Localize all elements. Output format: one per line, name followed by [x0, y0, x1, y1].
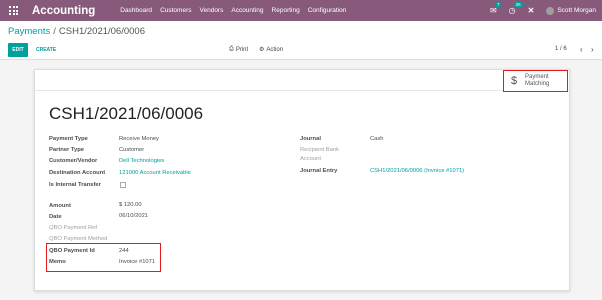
messages-icon[interactable]: ✉ 7: [490, 2, 502, 15]
gear-icon: ⚙: [259, 47, 265, 53]
create-button[interactable]: CREATE: [36, 47, 56, 53]
control-panel: Payments / CSH1/2021/06/0006 EDIT CREATE ⎙…: [0, 21, 602, 60]
activity-clock-icon[interactable]: ◷ 26: [509, 2, 523, 15]
apps-menu-icon[interactable]: [9, 6, 18, 15]
date-value[interactable]: 06/10/2021: [119, 213, 148, 219]
activity-badge: 26: [513, 2, 523, 8]
payment-matching-label: Payment Matching: [525, 74, 550, 87]
destination-account-label: Destination Account: [49, 170, 106, 176]
journal-entry-label: Journal Entry: [300, 168, 338, 174]
payment-matching-button[interactable]: $ Payment Matching: [503, 70, 568, 92]
breadcrumb-separator: /: [53, 26, 56, 37]
messages-badge: 7: [494, 2, 502, 8]
dollar-icon: $: [511, 75, 518, 87]
navbar-systray: ✉ 7 ◷ 26 ✕ Scott Morgan: [490, 0, 596, 21]
internal-transfer-checkbox[interactable]: [120, 182, 126, 188]
menu-item-accounting[interactable]: Accounting: [231, 7, 263, 14]
main-menu: Dashboard Customers Vendors Accounting R…: [120, 7, 354, 14]
amount-value[interactable]: $ 120.00: [119, 202, 142, 208]
menu-item-configuration[interactable]: Configuration: [308, 7, 347, 14]
app-name[interactable]: Accounting: [32, 5, 95, 17]
breadcrumb-payments[interactable]: Payments: [8, 26, 50, 37]
breadcrumb: Payments / CSH1/2021/06/0006: [8, 26, 145, 37]
pager-next-icon[interactable]: ›: [591, 45, 594, 54]
button-box: [35, 70, 569, 91]
partner-type-value[interactable]: Customer: [119, 147, 144, 153]
internal-transfer-label: Is Internal Transfer: [49, 182, 101, 188]
record-title: CSH1/2021/06/0006: [49, 104, 204, 123]
customer-vendor-label: Customer/Vendor: [49, 158, 98, 164]
menu-item-dashboard[interactable]: Dashboard: [120, 7, 152, 14]
qbo-payment-ref-label: QBO Payment Ref: [49, 225, 98, 231]
pager-value[interactable]: 1 / 6: [555, 46, 567, 52]
user-name[interactable]: Scott Morgan: [557, 7, 596, 14]
qbo-payment-method-label: QBO Payment Method: [49, 236, 108, 242]
recipient-bank-label-line2: Account: [300, 156, 321, 162]
print-label: Print: [235, 46, 249, 53]
breadcrumb-current: CSH1/2021/06/0006: [58, 26, 145, 37]
payment-type-value[interactable]: Receive Money: [119, 136, 159, 142]
avatar[interactable]: [546, 6, 555, 15]
menu-item-reporting[interactable]: Reporting: [272, 7, 300, 14]
customer-vendor-link[interactable]: Dell Technologies: [119, 158, 164, 164]
print-dropdown[interactable]: ⎙ Print: [229, 46, 248, 53]
date-label: Date: [49, 214, 62, 220]
amount-label: Amount: [49, 203, 71, 209]
recipient-bank-label-line1: Recipient Bank: [300, 147, 339, 153]
debug-close-icon[interactable]: ✕: [528, 6, 535, 15]
pager-previous-icon[interactable]: ‹: [580, 45, 583, 54]
journal-label: Journal: [300, 136, 321, 142]
qbo-highlight-box: [46, 243, 161, 272]
destination-account-link[interactable]: 121000 Account Receivable: [119, 170, 191, 176]
action-dropdown[interactable]: ⚙ Action: [259, 46, 284, 54]
menu-item-customers[interactable]: Customers: [160, 7, 191, 14]
partner-type-label: Partner Type: [49, 147, 85, 153]
top-navbar: Accounting Dashboard Customers Vendors A…: [0, 0, 602, 21]
journal-entry-link[interactable]: CSH1/2021/06/0006 (Invoice #1071): [370, 168, 464, 174]
menu-item-vendors[interactable]: Vendors: [200, 7, 224, 14]
journal-value[interactable]: Cash: [370, 136, 384, 142]
printer-icon: ⎙: [229, 46, 234, 52]
payment-type-label: Payment Type: [49, 136, 88, 142]
edit-button[interactable]: EDIT: [8, 43, 28, 57]
action-label: Action: [266, 46, 284, 53]
